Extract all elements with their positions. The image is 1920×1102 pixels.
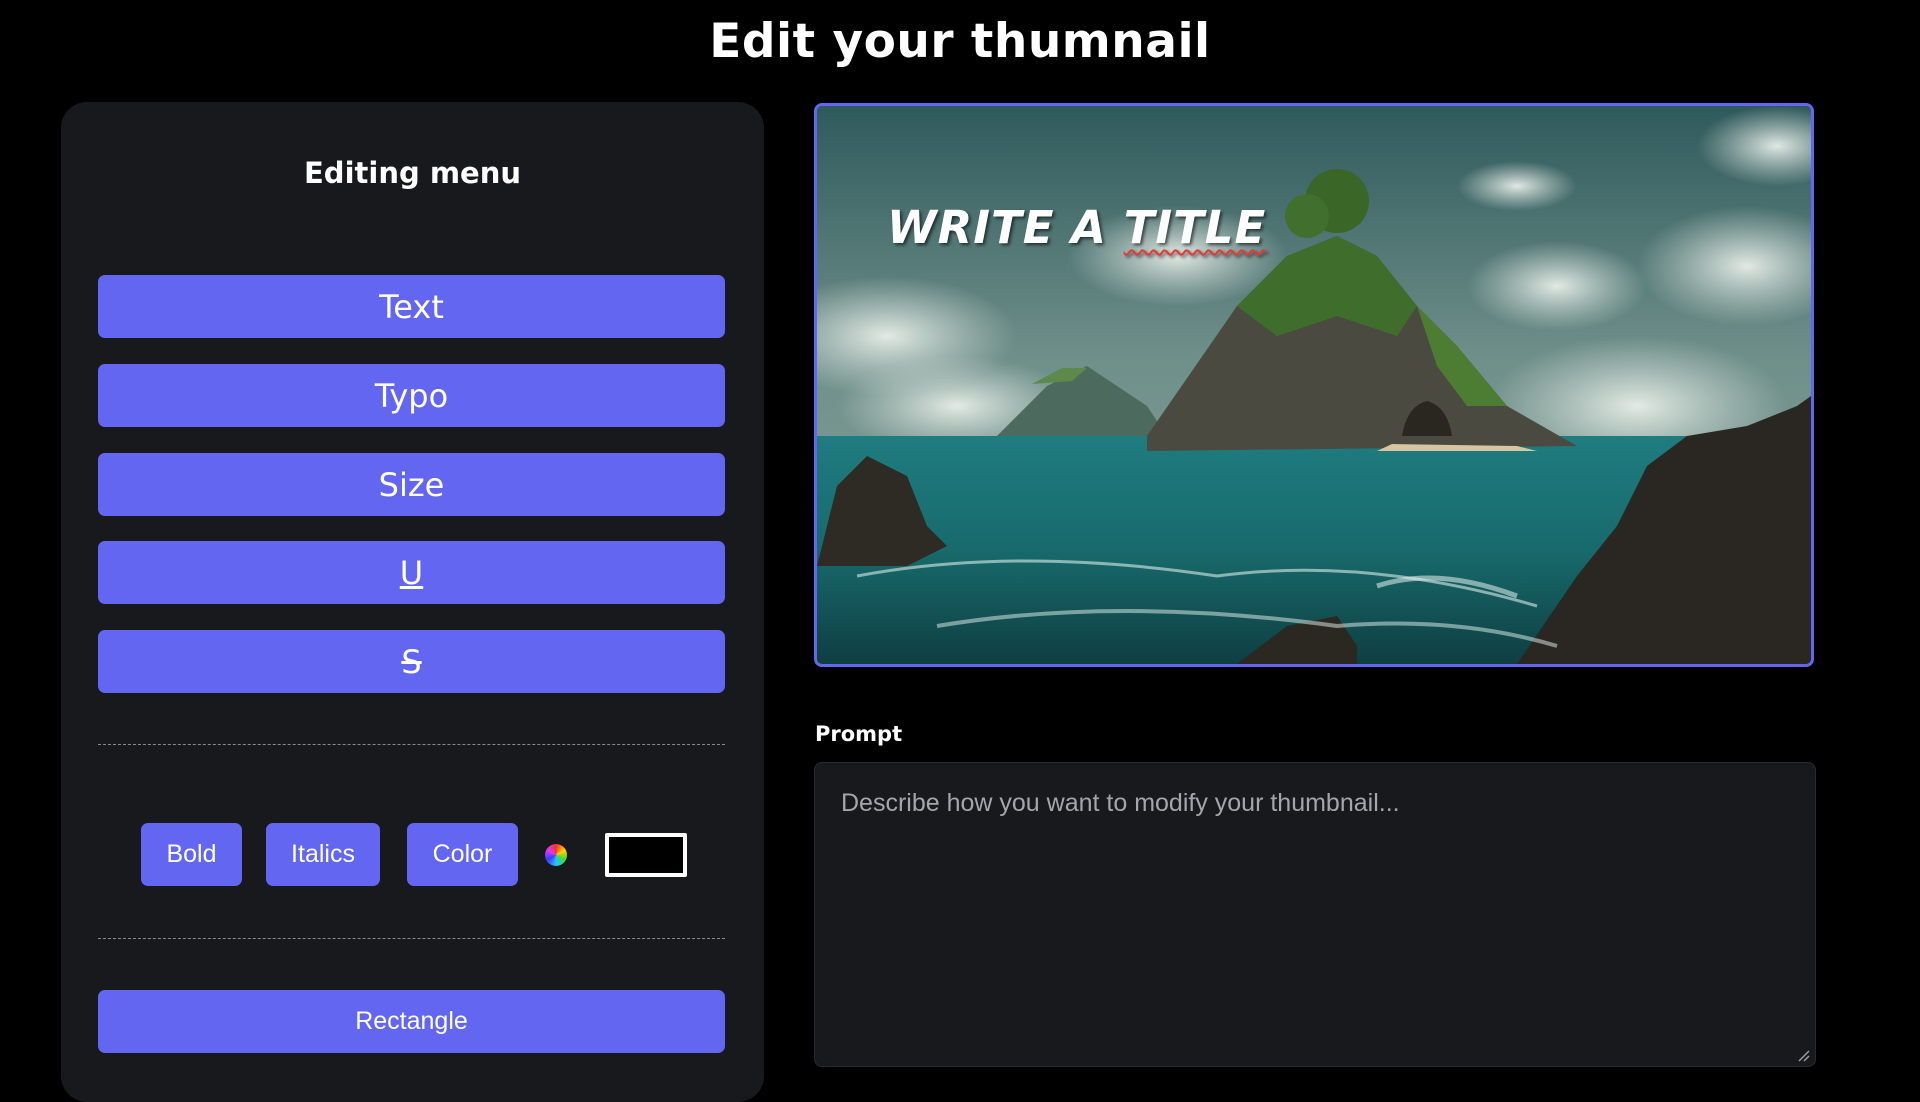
- color-wheel-icon[interactable]: [545, 844, 567, 866]
- color-button[interactable]: Color: [407, 823, 518, 886]
- divider: [98, 938, 725, 939]
- thumbnail-title-part: WRITE A: [887, 201, 1124, 254]
- resize-handle-icon[interactable]: [1798, 1050, 1810, 1062]
- prompt-label: Prompt: [815, 722, 903, 746]
- text-button[interactable]: Text: [98, 275, 725, 338]
- underline-button[interactable]: U: [98, 541, 725, 604]
- typo-button[interactable]: Typo: [98, 364, 725, 427]
- italics-button[interactable]: Italics: [266, 823, 380, 886]
- bold-button[interactable]: Bold: [141, 823, 242, 886]
- thumbnail-title-misspelled: TITLE: [1123, 201, 1267, 254]
- prompt-input[interactable]: [814, 762, 1816, 1067]
- color-swatch[interactable]: [605, 833, 687, 877]
- editing-menu-title: Editing menu: [304, 156, 521, 190]
- divider: [98, 744, 725, 745]
- editing-menu-panel: Editing menu Text Typo Size U S Bold Ita…: [61, 102, 764, 1102]
- thumbnail-title-text[interactable]: WRITE A TITLE: [887, 201, 1266, 254]
- rectangle-button[interactable]: Rectangle: [98, 990, 725, 1053]
- size-button[interactable]: Size: [98, 453, 725, 516]
- strikethrough-button[interactable]: S: [98, 630, 725, 693]
- page-title: Edit your thumnail: [709, 14, 1211, 69]
- thumbnail-preview[interactable]: WRITE A TITLE: [814, 103, 1814, 667]
- island-scene-image: [817, 106, 1811, 664]
